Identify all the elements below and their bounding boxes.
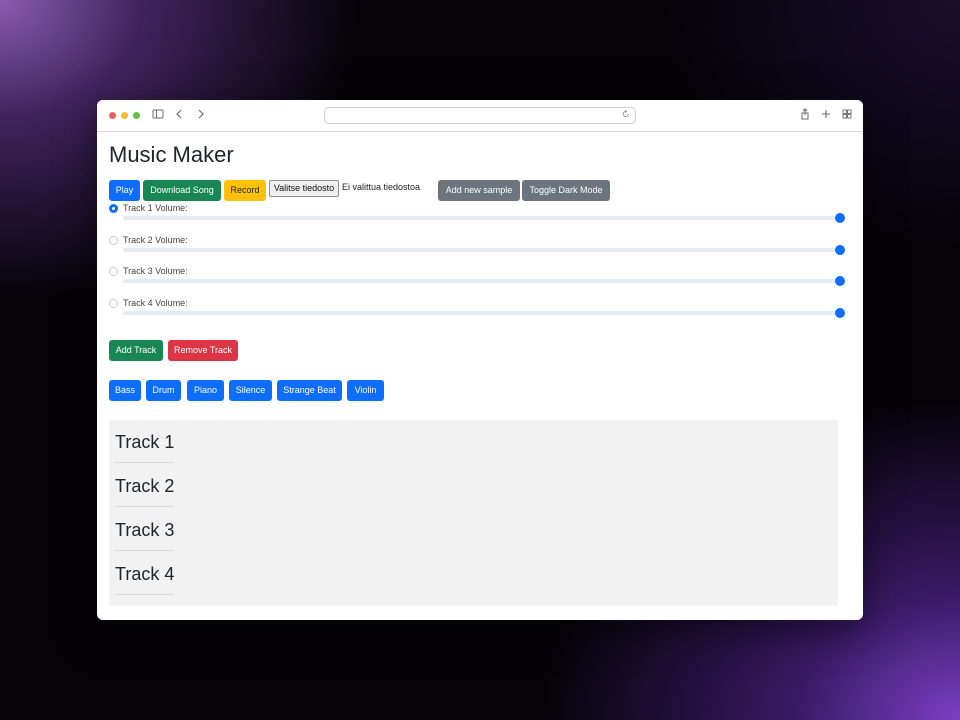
track-select-radio[interactable] xyxy=(109,236,118,245)
browser-titlebar xyxy=(97,100,863,132)
track-select-radio[interactable] xyxy=(109,267,118,276)
share-icon[interactable] xyxy=(798,108,812,122)
remove-track-button[interactable]: Remove Track xyxy=(168,340,238,361)
browser-window: Music Maker Play Download Song Record Va… xyxy=(97,100,863,620)
sample-button-bass[interactable]: Bass xyxy=(109,380,141,401)
zoom-window-button[interactable] xyxy=(133,112,140,119)
add-track-button[interactable]: Add Track xyxy=(109,340,163,361)
volume-slider-thumb[interactable] xyxy=(835,245,845,255)
file-status-text: Ei valittua tiedostoa xyxy=(342,182,421,192)
sample-buttons: Bass Drum Piano Silence Strange Beat Vio… xyxy=(109,380,509,402)
sample-button-silence[interactable]: Silence xyxy=(229,380,272,401)
address-bar[interactable] xyxy=(324,107,636,124)
record-button[interactable]: Record xyxy=(224,180,266,201)
minimize-window-button[interactable] xyxy=(121,112,128,119)
track-heading: Track 3 xyxy=(115,520,175,551)
volume-slider-thumb[interactable] xyxy=(835,213,845,223)
reload-icon[interactable] xyxy=(622,109,630,121)
track-volume-row: Track 1 Volume: xyxy=(109,203,845,234)
sidebar-icon[interactable] xyxy=(151,108,165,122)
track-select-radio[interactable] xyxy=(109,204,118,213)
chevron-left-icon[interactable] xyxy=(172,108,186,122)
play-button[interactable]: Play xyxy=(109,180,140,201)
main-toolbar: Play Download Song Record Valitse tiedos… xyxy=(109,180,851,202)
choose-file-button[interactable]: Valitse tiedosto xyxy=(269,180,339,197)
track-volume-label: Track 3 Volume: xyxy=(123,266,188,276)
add-sample-button[interactable]: Add new sample xyxy=(438,180,520,201)
page-content: Music Maker Play Download Song Record Va… xyxy=(97,141,863,202)
volume-slider[interactable] xyxy=(123,279,841,283)
page-title: Music Maker xyxy=(109,142,234,167)
sample-button-drum[interactable]: Drum xyxy=(146,380,181,401)
volume-slider[interactable] xyxy=(123,311,841,315)
download-song-button[interactable]: Download Song xyxy=(143,180,221,201)
volume-slider[interactable] xyxy=(123,216,841,220)
track-volume-row: Track 3 Volume: xyxy=(109,266,845,297)
track-volume-row: Track 4 Volume: xyxy=(109,298,845,329)
track-volume-row: Track 2 Volume: xyxy=(109,235,845,266)
volume-slider-thumb[interactable] xyxy=(835,308,845,318)
plus-icon[interactable] xyxy=(819,108,833,122)
volume-slider[interactable] xyxy=(123,248,841,252)
track-volume-label: Track 4 Volume: xyxy=(123,298,188,308)
track-volume-label: Track 2 Volume: xyxy=(123,235,188,245)
toggle-dark-mode-button[interactable]: Toggle Dark Mode xyxy=(522,180,610,201)
sample-button-piano[interactable]: Piano xyxy=(187,380,224,401)
track-heading: Track 4 xyxy=(115,564,175,595)
sample-button-strange-beat[interactable]: Strange Beat xyxy=(277,380,342,401)
chevron-right-icon[interactable] xyxy=(194,108,208,122)
tracks-panel: Track 1 Track 2 Track 3 Track 4 xyxy=(109,420,838,606)
tab-overview-icon[interactable] xyxy=(840,108,854,122)
sample-button-violin[interactable]: Violin xyxy=(347,380,384,401)
track-heading: Track 1 xyxy=(115,432,175,463)
volume-slider-thumb[interactable] xyxy=(835,276,845,286)
track-select-radio[interactable] xyxy=(109,299,118,308)
close-window-button[interactable] xyxy=(109,112,116,119)
track-actions: Add Track Remove Track xyxy=(109,340,409,362)
track-heading: Track 2 xyxy=(115,476,175,507)
track-volume-label: Track 1 Volume: xyxy=(123,203,188,213)
